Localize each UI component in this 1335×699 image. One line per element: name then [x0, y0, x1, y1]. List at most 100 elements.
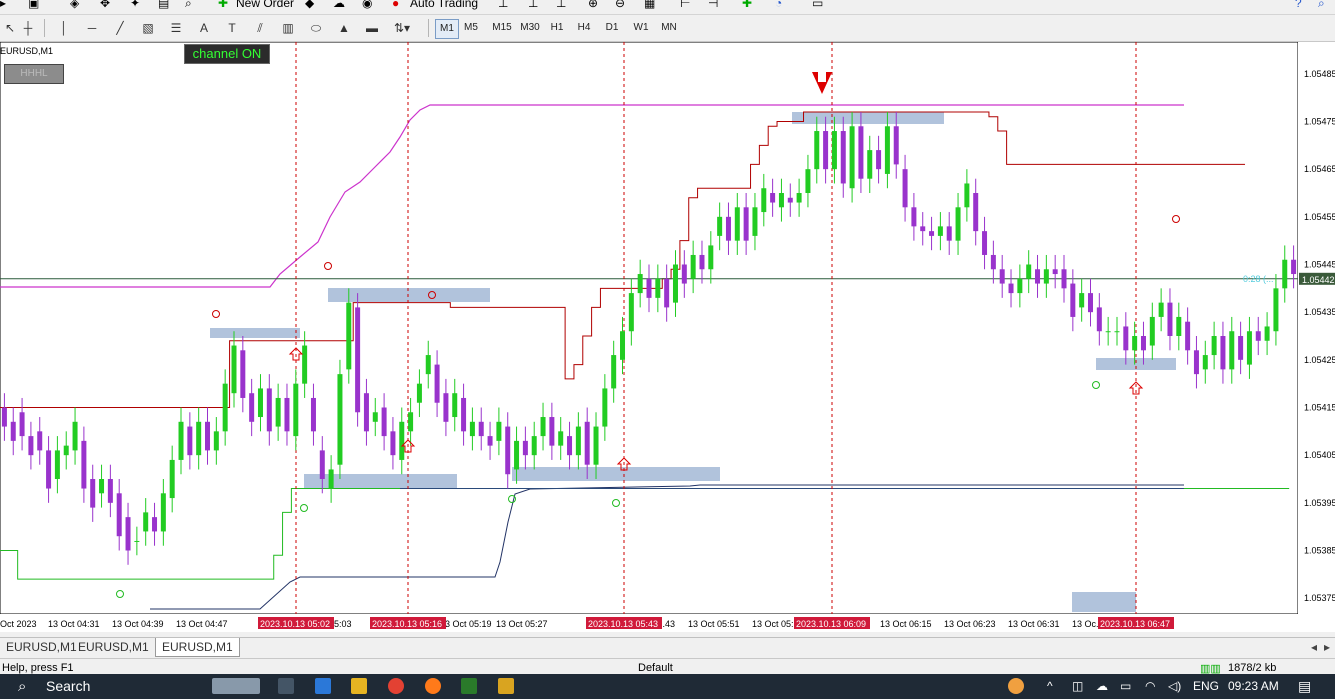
chart-bar-icon[interactable]: ⊥ — [498, 0, 508, 11]
language-indicator[interactable]: ENG — [1193, 677, 1219, 696]
new-order-button[interactable]: New Order — [236, 0, 294, 11]
battery-icon[interactable]: ▭ — [1120, 677, 1131, 696]
onedrive-icon[interactable]: ☁ — [1096, 677, 1108, 696]
calculator-icon[interactable] — [278, 678, 294, 694]
traffic-text: 1878/2 kb — [1228, 662, 1277, 674]
volume-icon[interactable]: ◁) — [1168, 677, 1181, 696]
chrome-icon[interactable] — [388, 678, 404, 694]
auto-trading-button[interactable]: Auto Trading — [410, 0, 478, 11]
timeframe-mn[interactable]: MN — [658, 19, 680, 37]
horizontal-line-icon[interactable]: ─ — [82, 19, 102, 37]
notifications-icon[interactable]: ▤ — [1298, 677, 1311, 696]
text-icon[interactable]: A — [194, 19, 214, 37]
toolbar-icon[interactable]: ▸ — [0, 0, 6, 11]
clock[interactable]: 09:23 AM — [1228, 677, 1279, 696]
zoom-in-icon[interactable]: ⊕ — [588, 0, 598, 11]
templates-icon[interactable]: ▭ — [812, 0, 823, 11]
wifi-icon[interactable]: ◠ — [1145, 677, 1155, 696]
cursor-icon[interactable]: ↖ — [0, 19, 20, 37]
price-tick-label: 1.05485 — [1304, 69, 1335, 79]
chevron-up-icon[interactable]: ^ — [1047, 677, 1053, 696]
meet-icon[interactable]: ◫ — [1072, 677, 1083, 696]
metatrader-icon[interactable] — [461, 678, 477, 694]
trendline-icon[interactable]: ╱ — [110, 19, 130, 37]
ellipse-icon[interactable]: ⬭ — [306, 19, 326, 37]
market-icon[interactable]: ◆ — [305, 0, 314, 11]
timeframe-m30[interactable]: M30 — [517, 19, 543, 37]
triangle-icon[interactable]: ▲ — [334, 19, 354, 37]
timeframe-h4[interactable]: H4 — [573, 19, 595, 37]
equidistant-channel-icon[interactable]: ▧ — [138, 19, 158, 37]
timeframe-w1[interactable]: W1 — [630, 19, 652, 37]
candle-body — [1123, 326, 1129, 351]
help-icon[interactable]: ? — [1295, 0, 1302, 11]
candle-body — [99, 479, 105, 494]
tile-icon[interactable]: ▦ — [644, 0, 655, 11]
fibonacci-icon[interactable]: ☰ — [166, 19, 186, 37]
price-tick-label: 1.05455 — [1304, 212, 1335, 222]
candle-body — [1158, 302, 1164, 317]
indicators-icon[interactable]: ✚ — [742, 0, 752, 11]
auto-trading-icon[interactable]: ● — [392, 0, 399, 11]
tab-eurusd-m1-2[interactable]: EURUSD,M1 — [72, 638, 155, 656]
drawing-toolbar: ↖ ┼ │ ─ ╱ ▧ ☰ A T ⫽ ▥ ⬭ ▲ ▬ ⇅▾ M1 M5 M15 M3… — [0, 15, 1335, 42]
periods-icon[interactable]: ◔ — [775, 0, 782, 11]
hhhl-button[interactable]: HHHL — [4, 64, 64, 84]
search-icon[interactable]: ⌕ — [18, 677, 26, 696]
timeframe-m15[interactable]: M15 — [489, 19, 515, 37]
chart-line-icon[interactable]: ⊥ — [556, 0, 566, 11]
chart-shift-icon[interactable]: ⊣ — [708, 0, 718, 11]
candle-body — [302, 345, 308, 384]
crosshair-icon[interactable]: ┼ — [18, 19, 38, 37]
favorites-icon[interactable]: ✦ — [130, 0, 140, 11]
price-chart[interactable]: 1.05485 1.05475 1.05465 1.05455 1.05445 1.054… — [0, 42, 1335, 632]
tab-eurusd-m1-active[interactable]: EURUSD,M1 — [155, 638, 240, 657]
rectangle-icon[interactable]: ▬ — [362, 19, 382, 37]
profiles-icon[interactable]: ▣ — [28, 0, 39, 11]
top-toolbar: ▸ ▣ ◈ ✥ ✦ ▤ ⌕ ✚ New Order ◆ ☁ ◉ ● Auto T… — [0, 0, 1335, 15]
time-marker-label: 2023.10.13 05:43 — [588, 619, 658, 629]
time-tick-label: 13 Oct 05:... — [752, 619, 801, 629]
options-icon[interactable]: ◉ — [362, 0, 372, 11]
candle-body — [1140, 336, 1146, 351]
candle-body — [893, 126, 899, 165]
text-label-icon[interactable]: T — [222, 19, 242, 37]
move-icon[interactable]: ✥ — [100, 0, 110, 11]
taskbar-search[interactable]: Search — [46, 677, 90, 696]
candle-body — [28, 436, 34, 456]
arrows-dropdown-icon[interactable]: ⇅▾ — [392, 19, 412, 37]
navigator-icon[interactable]: ◈ — [70, 0, 79, 11]
timeframe-h1[interactable]: H1 — [546, 19, 568, 37]
chart-candle-icon[interactable]: ⊥ — [528, 0, 538, 11]
candle-body — [275, 397, 281, 427]
weather-icon[interactable] — [1008, 678, 1024, 694]
search-icon[interactable]: ⌕ — [1318, 0, 1325, 11]
current-price-label: 1.05442 — [1302, 275, 1335, 285]
timeframe-m1[interactable]: M1 — [435, 19, 459, 39]
new-order-icon[interactable]: ✚ — [218, 0, 228, 11]
candle-body — [778, 193, 784, 208]
zoom-icon[interactable]: ⌕ — [185, 0, 192, 11]
mail-icon[interactable] — [315, 678, 331, 694]
tab-eurusd-m1-1[interactable]: EURUSD,M1 — [0, 638, 83, 656]
timeframe-d1[interactable]: D1 — [601, 19, 623, 37]
channel-icon[interactable]: ▥ — [278, 19, 298, 37]
signals-icon[interactable]: ☁ — [333, 0, 345, 11]
autoscroll-icon[interactable]: ⊢ — [680, 0, 690, 11]
candle-body — [46, 450, 52, 489]
timeframe-m5[interactable]: M5 — [460, 19, 482, 37]
candle-body — [196, 421, 202, 456]
channel-toggle-button[interactable]: channel ON — [184, 44, 270, 64]
tab-scroll-right-icon[interactable]: ▸ — [1318, 638, 1335, 656]
toolbar-separator — [428, 19, 429, 37]
windows-taskbar: ⌕ Search ^ ◫ ☁ ▭ ◠ ◁) ENG 09:23 AM ▤ — [0, 674, 1335, 699]
candle-body — [1291, 259, 1297, 275]
chart-canvas[interactable]: 1.05485 1.05475 1.05465 1.05455 1.05445 1.054… — [0, 42, 1335, 632]
pitchfork-icon[interactable]: ⫽ — [250, 19, 270, 37]
file-explorer-icon[interactable] — [351, 678, 367, 694]
vertical-line-icon[interactable]: │ — [54, 19, 74, 37]
terminal-icon[interactable]: ▤ — [158, 0, 169, 11]
zoom-out-icon[interactable]: ⊖ — [615, 0, 625, 11]
firefox-icon[interactable] — [425, 678, 441, 694]
app-icon[interactable] — [498, 678, 514, 694]
